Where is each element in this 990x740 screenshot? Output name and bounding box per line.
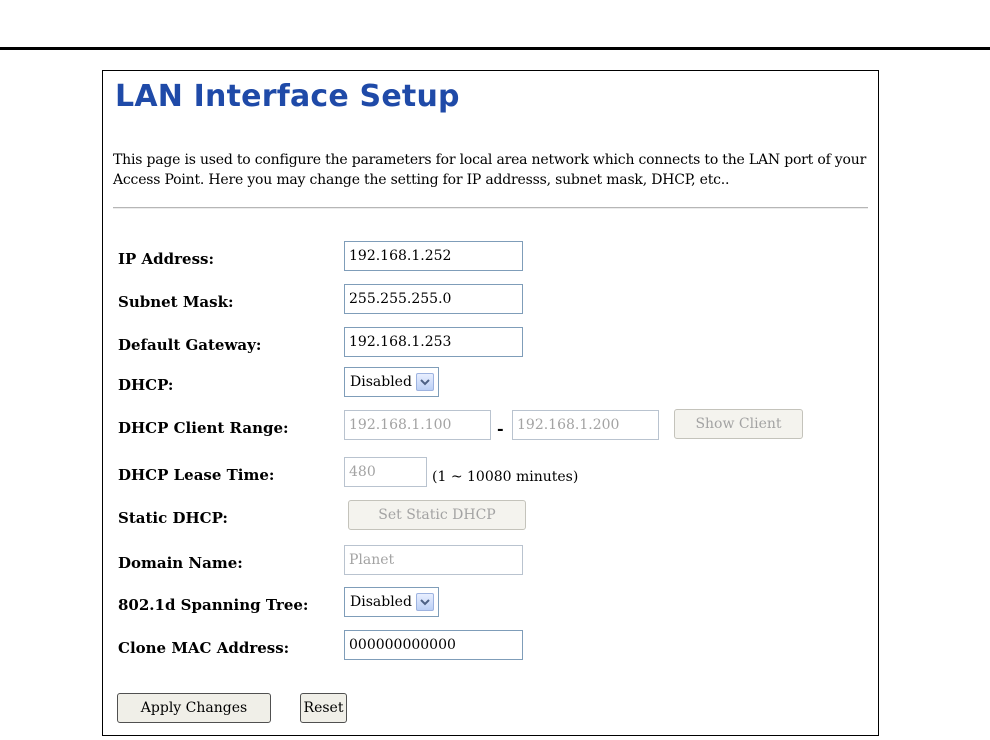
- dhcp-lease-time-input[interactable]: [344, 457, 427, 487]
- dhcp-client-range-row: DHCP Client Range: - Show Client: [103, 409, 880, 444]
- show-client-button[interactable]: Show Client: [674, 409, 803, 439]
- dhcp-range-start-input[interactable]: [344, 410, 491, 440]
- domain-name-label: Domain Name:: [118, 554, 243, 572]
- range-separator: -: [497, 419, 504, 438]
- dhcp-lease-time-label: DHCP Lease Time:: [118, 466, 275, 484]
- spanning-tree-select-value: Disabled: [350, 594, 412, 610]
- dhcp-range-end-input[interactable]: [512, 410, 659, 440]
- dhcp-row: DHCP: Disabled: [103, 367, 880, 401]
- dhcp-label: DHCP:: [118, 376, 174, 394]
- clone-mac-row: Clone MAC Address:: [103, 630, 880, 664]
- ip-address-input[interactable]: [344, 241, 523, 271]
- chevron-down-icon[interactable]: [415, 593, 434, 611]
- chevron-down-icon[interactable]: [415, 373, 434, 391]
- spanning-tree-label: 802.1d Spanning Tree:: [118, 596, 309, 614]
- dhcp-select[interactable]: Disabled: [344, 367, 439, 397]
- ip-address-row: IP Address:: [103, 241, 880, 275]
- default-gateway-label: Default Gateway:: [118, 336, 262, 354]
- page-title: LAN Interface Setup: [115, 79, 460, 114]
- dhcp-select-value: Disabled: [350, 374, 412, 390]
- dhcp-lease-time-row: DHCP Lease Time: (1 ~ 10080 minutes): [103, 457, 880, 491]
- static-dhcp-label: Static DHCP:: [118, 509, 228, 527]
- section-divider: [113, 207, 868, 209]
- domain-name-input[interactable]: [344, 545, 523, 575]
- ip-address-label: IP Address:: [118, 250, 215, 268]
- static-dhcp-row: Static DHCP: Set Static DHCP: [103, 500, 880, 534]
- clone-mac-label: Clone MAC Address:: [118, 639, 290, 657]
- dhcp-client-range-label: DHCP Client Range:: [118, 419, 289, 437]
- default-gateway-row: Default Gateway:: [103, 327, 880, 361]
- clone-mac-input[interactable]: [344, 630, 523, 660]
- reset-button[interactable]: Reset: [300, 693, 347, 723]
- spanning-tree-select[interactable]: Disabled: [344, 587, 439, 617]
- set-static-dhcp-button[interactable]: Set Static DHCP: [348, 500, 526, 530]
- subnet-mask-row: Subnet Mask:: [103, 284, 880, 318]
- lan-setup-panel: LAN Interface Setup This page is used to…: [102, 70, 879, 736]
- domain-name-row: Domain Name:: [103, 545, 880, 579]
- subnet-mask-input[interactable]: [344, 284, 523, 314]
- lease-time-hint: (1 ~ 10080 minutes): [432, 469, 579, 485]
- default-gateway-input[interactable]: [344, 327, 523, 357]
- page-top-rule: [0, 47, 990, 50]
- apply-changes-button[interactable]: Apply Changes: [117, 693, 271, 723]
- page-description: This page is used to configure the param…: [113, 152, 867, 188]
- spanning-tree-row: 802.1d Spanning Tree: Disabled: [103, 587, 880, 621]
- subnet-mask-label: Subnet Mask:: [118, 293, 234, 311]
